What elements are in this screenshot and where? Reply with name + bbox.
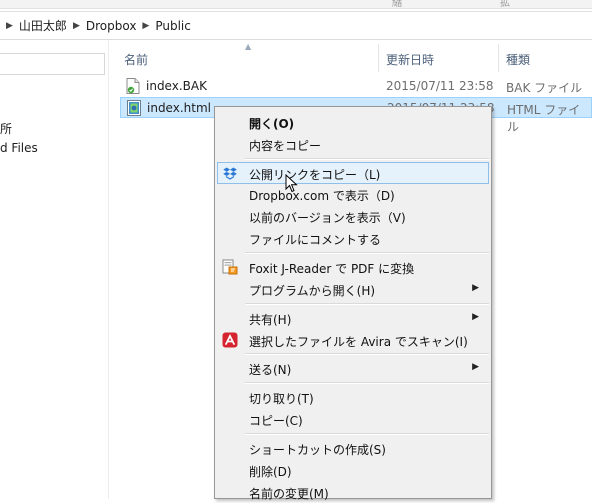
menu-item-label: ファイルにコメントする [249, 233, 382, 247]
nav-item[interactable]: 所 [0, 120, 12, 137]
header-strip-partial: 縮 拡 [0, 0, 592, 9]
chevron-right-icon[interactable]: ▶ [73, 21, 80, 31]
column-header-name[interactable]: 名前 [124, 51, 148, 68]
menu-item-copy-public-link[interactable]: 公開リンクをコピー（L) [217, 162, 489, 184]
submenu-arrow-icon: ▶ [472, 283, 479, 293]
menu-separator [245, 158, 489, 160]
menu-item-view-on-dropbox[interactable]: Dropbox.com で表示（D) [217, 183, 489, 205]
column-divider[interactable] [498, 44, 499, 72]
avira-icon [222, 332, 238, 348]
file-type: HTML ファイル [507, 103, 581, 134]
menu-item-rename[interactable]: 名前の変更(M) [217, 481, 489, 503]
dropbox-icon [223, 167, 237, 180]
chevron-right-icon[interactable]: ▶ [142, 21, 149, 31]
column-header-type[interactable]: 種類 [506, 51, 530, 68]
foxit-icon [222, 259, 238, 275]
file-date: 2015/07/11 23:58 [386, 79, 494, 93]
menu-item-open[interactable]: 開く(O) [217, 111, 489, 133]
menu-item-label: Dropbox.com で表示（D) [249, 189, 395, 203]
menu-separator [245, 303, 489, 305]
menu-item-cut[interactable]: 切り取り(T) [217, 386, 489, 408]
bak-file-icon [126, 78, 140, 94]
menu-item-comment-file[interactable]: ファイルにコメントする [217, 227, 489, 249]
menu-item-label: 開く(O) [249, 117, 295, 131]
menu-separator [245, 433, 489, 435]
file-row[interactable]: index.BAK 2015/07/11 23:58 BAK ファイル [120, 76, 592, 97]
menu-item-label: Foxit J-Reader で PDF に変換 [249, 262, 415, 276]
menu-item-create-shortcut[interactable]: ショートカットの作成(S) [217, 437, 489, 459]
menu-item-label: プログラムから開く(H) [249, 284, 376, 298]
submenu-arrow-icon: ▶ [472, 312, 479, 322]
menu-item-copy-contents[interactable]: 内容をコピー [217, 133, 489, 155]
menu-item-send-to[interactable]: 送る(N) ▶ [217, 357, 489, 379]
menu-separator [245, 353, 489, 355]
submenu-arrow-icon: ▶ [472, 362, 479, 372]
menu-item-label: 公開リンクをコピー（L) [249, 168, 381, 182]
menu-item-open-with[interactable]: プログラムから開く(H) ▶ [217, 278, 489, 300]
menu-item-previous-versions[interactable]: 以前のバージョンを表示（V) [217, 205, 489, 227]
menu-separator [245, 252, 489, 254]
context-menu: 開く(O) 内容をコピー 公開リンクをコピー（L) Dropbox.com で表… [214, 106, 492, 501]
menu-item-label: 選択したファイルを Avira でスキャン(I) [249, 335, 468, 349]
menu-separator [245, 382, 489, 384]
breadcrumb-item[interactable]: Public [155, 19, 191, 33]
navigation-pane: 所 d Files [0, 40, 109, 499]
menu-item-label: 共有(H) [249, 313, 292, 327]
menu-item-copy[interactable]: コピー(C) [217, 408, 489, 430]
file-name: index.html [147, 101, 211, 115]
menu-item-label: ショートカットの作成(S) [249, 443, 386, 457]
partial-column-label: 拡 [500, 0, 510, 9]
menu-item-label: コピー(C) [249, 414, 303, 428]
partial-column-label: 縮 [392, 0, 402, 9]
nav-item[interactable]: d Files [0, 141, 38, 155]
file-name: index.BAK [146, 79, 207, 93]
menu-item-label: 内容をコピー [249, 139, 322, 153]
html-file-icon [127, 100, 141, 116]
menu-item-delete[interactable]: 削除(D) [217, 459, 489, 481]
column-header-date[interactable]: 更新日時 [386, 51, 434, 68]
sort-ascending-icon: ▲ [245, 42, 252, 51]
file-type: BAK ファイル [506, 81, 583, 95]
menu-item-label: 削除(D) [249, 465, 292, 479]
menu-item-foxit-convert[interactable]: Foxit J-Reader で PDF に変換 [217, 256, 489, 278]
menu-item-label: 切り取り(T) [249, 392, 314, 406]
column-divider[interactable] [378, 44, 379, 72]
breadcrumb-item[interactable]: Dropbox [86, 19, 137, 33]
menu-item-label: 名前の変更(M) [249, 487, 329, 501]
menu-item-label: 以前のバージョンを表示（V) [249, 211, 406, 225]
chevron-right-icon[interactable]: ▶ [6, 21, 13, 31]
nav-search-box[interactable] [0, 53, 105, 75]
column-header: ▲ 名前 更新日時 種類 [112, 40, 592, 72]
breadcrumb: ▶ 山田太郎 ▶ Dropbox ▶ Public [0, 11, 592, 40]
breadcrumb-item[interactable]: 山田太郎 [19, 17, 67, 34]
menu-item-avira-scan[interactable]: 選択したファイルを Avira でスキャン(I) [217, 329, 489, 351]
menu-item-share[interactable]: 共有(H) ▶ [217, 307, 489, 329]
menu-item-label: 送る(N) [249, 363, 292, 377]
mouse-cursor-icon [285, 174, 298, 193]
